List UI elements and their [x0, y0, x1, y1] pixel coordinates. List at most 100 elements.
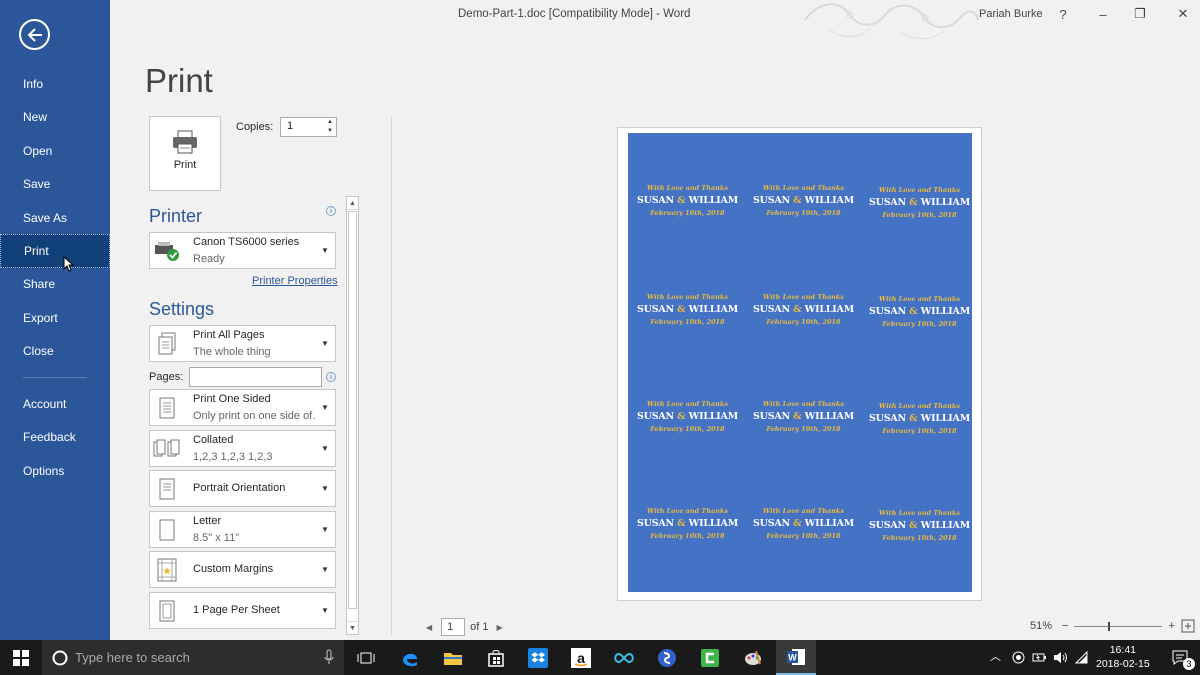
zoom-level[interactable]: 51% — [1030, 620, 1052, 632]
taskbar-search[interactable]: Type here to search — [42, 640, 344, 675]
nav-print-label: Print — [24, 244, 49, 258]
card-ampersand: & — [677, 195, 686, 206]
nav-close[interactable]: Close — [0, 334, 110, 368]
nav-export-label: Export — [23, 311, 58, 325]
copies-spinner[interactable]: ▲ ▼ — [325, 118, 335, 136]
card-name-a: SUSAN — [752, 195, 791, 206]
next-page-icon[interactable]: ▶ — [497, 623, 503, 632]
card-names: SUSAN & WILLIAM — [630, 411, 745, 422]
copies-input[interactable]: 1 ▲ ▼ — [280, 117, 337, 137]
task-view-icon[interactable] — [346, 640, 386, 675]
edge-icon[interactable] — [390, 640, 430, 675]
card-names: SUSAN & WILLIAM — [746, 518, 861, 529]
previous-page-icon[interactable]: ◀ — [426, 623, 432, 632]
nav-feedback[interactable]: Feedback — [0, 420, 110, 454]
printer-ready-icon — [150, 233, 184, 268]
card-name-b: WILLIAM — [920, 197, 971, 208]
nav-new-label: New — [23, 110, 48, 124]
nav-save[interactable]: Save — [0, 167, 110, 201]
camtasia-icon[interactable] — [690, 640, 730, 675]
zoom-slider[interactable] — [1074, 621, 1163, 631]
printer-heading: Printer — [149, 206, 203, 226]
margins-dropdown[interactable]: Custom Margins ▼ — [149, 551, 336, 588]
zoom-out-icon[interactable]: − — [1062, 620, 1068, 632]
wifi-icon[interactable] — [1075, 651, 1089, 664]
restore-button[interactable]: ❐ — [1129, 4, 1151, 24]
info-icon[interactable]: i — [326, 206, 336, 216]
zoom-in-icon[interactable]: + — [1168, 620, 1174, 632]
card-ampersand: & — [677, 304, 686, 315]
nav-share[interactable]: Share — [0, 267, 110, 301]
back-arrow-icon[interactable] — [19, 19, 50, 50]
user-name[interactable]: Pariah Burke — [979, 8, 1043, 20]
one-sided-icon — [150, 390, 184, 425]
nav-options[interactable]: Options — [0, 454, 110, 488]
info-icon[interactable]: i — [326, 372, 336, 382]
orientation-dropdown[interactable]: Portrait Orientation ▼ — [149, 470, 336, 507]
pages-per-sheet-dropdown[interactable]: 1 Page Per Sheet ▼ — [149, 592, 336, 629]
file-explorer-icon[interactable] — [433, 640, 473, 675]
dropbox-icon[interactable] — [518, 640, 558, 675]
microphone-icon[interactable] — [324, 649, 334, 665]
place-card: With Love and Thanks SUSAN & WILLIAM Febru… — [630, 293, 745, 326]
card-names: SUSAN & WILLIAM — [862, 306, 977, 317]
windows-start-icon[interactable] — [0, 640, 42, 675]
current-page-input[interactable]: 1 — [441, 618, 466, 636]
card-name-a: SUSAN — [636, 411, 675, 422]
pages-input[interactable] — [189, 367, 322, 387]
infinity-app-icon[interactable] — [604, 640, 644, 675]
card-greeting: With Love and Thanks — [646, 293, 729, 301]
power-icon[interactable] — [1032, 651, 1048, 664]
simplenote-icon[interactable] — [647, 640, 687, 675]
printer-properties-link[interactable]: Printer Properties — [252, 275, 338, 287]
svg-text:a: a — [577, 650, 585, 666]
place-card: With Love and Thanks SUSAN & WILLIAM Febru… — [862, 295, 977, 328]
nav-open[interactable]: Open — [0, 134, 110, 168]
place-card: With Love and Thanks SUSAN & WILLIAM Febru… — [862, 186, 977, 219]
record-icon[interactable] — [1012, 651, 1025, 664]
nav-divider — [23, 377, 87, 378]
print-pages-dropdown[interactable]: Print All Pages The whole thing ▼ — [149, 325, 336, 362]
paper-size-dropdown[interactable]: Letter 8.5" x 11" ▼ — [149, 511, 336, 548]
word-taskbar-icon[interactable]: W — [776, 640, 816, 675]
pages-per-sheet-value: 1 Page Per Sheet — [193, 604, 280, 616]
action-center-icon[interactable]: 3 — [1160, 640, 1200, 675]
sides-dropdown[interactable]: Print One Sided Only print on one side o… — [149, 389, 336, 426]
system-clock[interactable]: 16:41 2018-02-15 — [1096, 643, 1150, 671]
nav-export[interactable]: Export — [0, 301, 110, 335]
help-button[interactable]: ? — [1052, 4, 1074, 24]
portrait-icon — [150, 471, 184, 506]
nav-close-label: Close — [23, 344, 54, 358]
card-names: SUSAN & WILLIAM — [862, 520, 977, 531]
place-card: With Love and Thanks SUSAN & WILLIAM Febru… — [746, 400, 861, 433]
scroll-down-icon[interactable]: ▼ — [347, 621, 358, 634]
card-greeting: With Love and Thanks — [762, 507, 845, 515]
settings-scrollbar[interactable]: ▲ ▼ — [346, 196, 359, 635]
store-icon[interactable] — [476, 640, 516, 675]
scroll-thumb[interactable] — [348, 211, 357, 609]
card-date: February 10th, 2018 — [650, 425, 725, 433]
card-ampersand: & — [793, 518, 802, 529]
nav-print[interactable]: Print — [0, 234, 110, 268]
nav-account[interactable]: Account — [0, 387, 110, 421]
collation-dropdown[interactable]: Collated 1,2,3 1,2,3 1,2,3 ▼ — [149, 430, 336, 467]
printer-dropdown[interactable]: Canon TS6000 series Ready ▼ — [149, 232, 336, 269]
scroll-up-icon[interactable]: ▲ — [347, 197, 358, 210]
show-hidden-icons-icon[interactable]: ︿ — [990, 648, 1001, 664]
paint-app-icon[interactable] — [733, 640, 773, 675]
collation-value: Collated — [193, 433, 234, 446]
place-card: With Love and Thanks SUSAN & WILLIAM Febru… — [630, 507, 745, 540]
minimize-button[interactable]: – — [1092, 4, 1114, 24]
card-date: February 10th, 2018 — [766, 425, 841, 433]
amazon-icon[interactable]: a — [561, 640, 601, 675]
nav-save-as[interactable]: Save As — [0, 201, 110, 235]
print-button[interactable]: Print — [149, 116, 221, 191]
zoom-slider-knob[interactable] — [1108, 621, 1111, 631]
volume-icon[interactable] — [1053, 651, 1069, 664]
close-window-button[interactable]: ✕ — [1172, 4, 1194, 24]
nav-new[interactable]: New — [0, 100, 110, 134]
zoom-to-page-icon[interactable] — [1181, 619, 1195, 633]
nav-info[interactable]: Info — [0, 67, 110, 101]
margins-value: Custom Margins — [193, 563, 274, 575]
clock-date: 2018-02-15 — [1096, 658, 1150, 670]
